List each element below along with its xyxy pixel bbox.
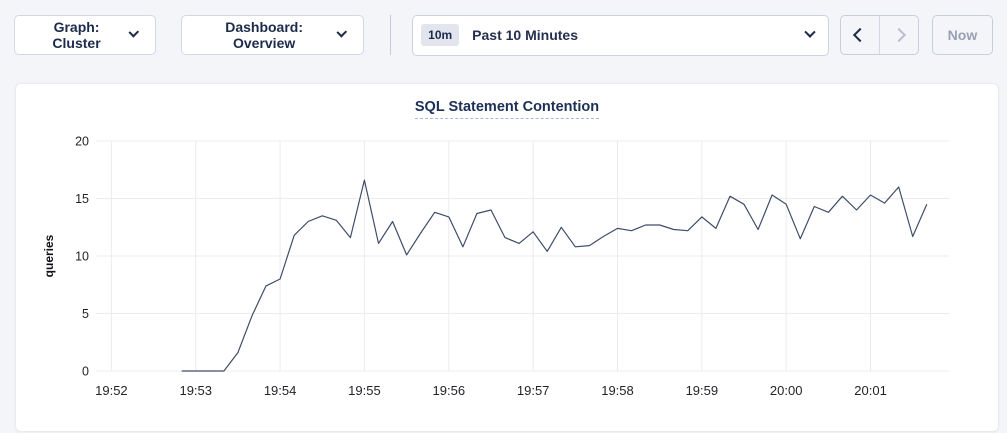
chevron-down-icon — [336, 27, 347, 38]
graph-dropdown-label: Graph: Cluster — [33, 19, 120, 51]
y-tick-label: 5 — [82, 307, 89, 321]
sql-statement-contention-chart[interactable]: 0 5 10 15 20 19:52 19:53 19:54 19:55 19:56 19:57 19… — [16, 84, 1000, 433]
next-range-button[interactable] — [880, 16, 918, 54]
chevron-down-icon — [804, 27, 815, 38]
toolbar-divider — [390, 15, 391, 55]
now-button[interactable]: Now — [932, 15, 993, 55]
x-tick-label: 19:52 — [95, 383, 128, 398]
chart-card: SQL Statement Contention 0510152019:5219… — [15, 83, 999, 432]
chevron-right-icon — [892, 28, 906, 42]
x-tick-label: 19:58 — [601, 383, 634, 398]
y-axis-label: queries — [42, 234, 56, 277]
toolbar: Graph: Cluster Dashboard: Overview 10m P… — [0, 0, 1007, 70]
time-range-badge: 10m — [421, 24, 459, 46]
y-tick-label: 0 — [82, 365, 89, 379]
x-tick-label: 19:54 — [264, 383, 297, 398]
dashboard-dropdown-label: Dashboard: Overview — [200, 19, 327, 51]
x-tick-label: 20:01 — [854, 383, 887, 398]
time-range-label: Past 10 Minutes — [472, 27, 578, 43]
time-range-nav — [840, 15, 919, 55]
y-tick-label: 15 — [75, 192, 89, 206]
x-tick-label: 19:57 — [517, 383, 550, 398]
x-tick-label: 19:53 — [179, 383, 212, 398]
x-tick-label: 19:59 — [686, 383, 719, 398]
graph-dropdown[interactable]: Graph: Cluster — [14, 15, 156, 55]
y-tick-label: 10 — [75, 250, 89, 264]
x-tick-label: 20:00 — [770, 383, 803, 398]
chevron-left-icon — [853, 28, 867, 42]
chevron-down-icon — [128, 27, 139, 38]
dashboard-dropdown[interactable]: Dashboard: Overview — [181, 15, 364, 55]
x-tick-label: 19:56 — [433, 383, 466, 398]
time-range-picker[interactable]: 10m Past 10 Minutes — [412, 15, 829, 56]
series-line-queries — [182, 180, 927, 371]
y-tick-label: 20 — [75, 135, 89, 149]
prev-range-button[interactable] — [841, 16, 879, 54]
x-tick-label: 19:55 — [348, 383, 381, 398]
